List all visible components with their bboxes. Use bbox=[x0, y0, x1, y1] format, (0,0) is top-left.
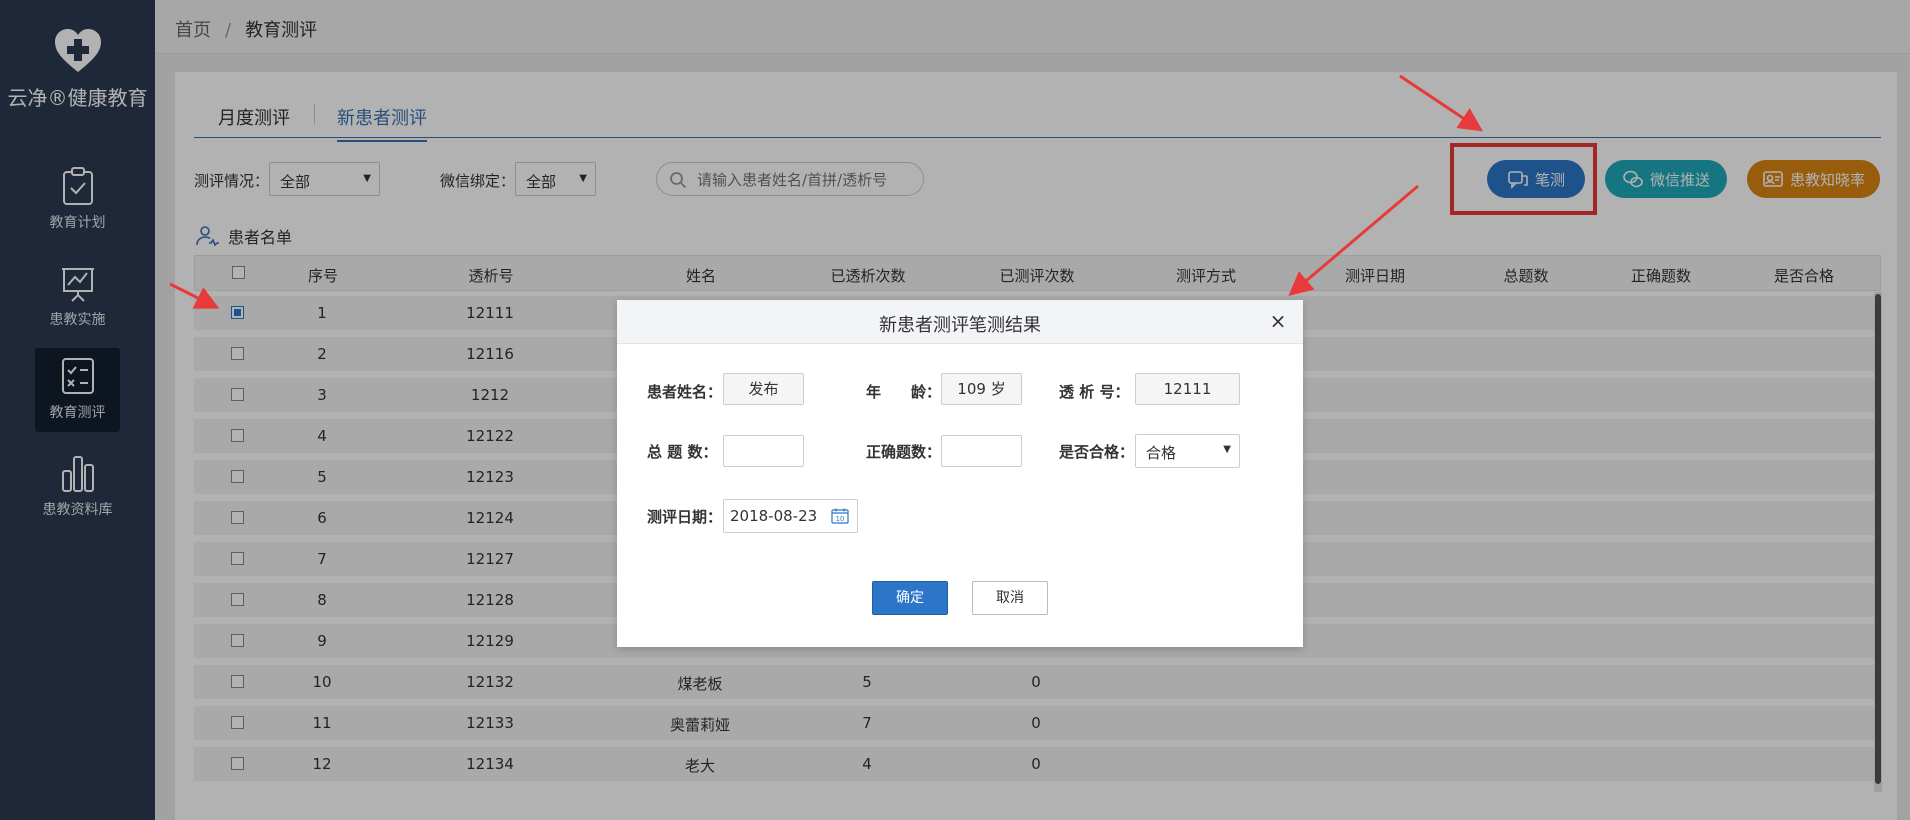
eval-date-label: 测评日期： bbox=[647, 508, 723, 526]
pass-select-value: 合格 bbox=[1146, 444, 1177, 462]
cancel-button[interactable]: 取消 bbox=[972, 581, 1048, 615]
pass-select[interactable]: 合格 ▼ bbox=[1135, 434, 1240, 468]
patient-name-label: 患者姓名： bbox=[647, 383, 723, 401]
patient-name-field: 发布 bbox=[723, 373, 804, 405]
dialysis-no-label: 透 析 号： bbox=[1059, 383, 1130, 401]
confirm-button[interactable]: 确定 bbox=[872, 581, 948, 615]
pass-label: 是否合格： bbox=[1059, 443, 1135, 461]
dialog-title: 新患者测评笔测结果 bbox=[879, 315, 1041, 336]
correct-count-label: 正确题数： bbox=[866, 443, 942, 461]
eval-date-input[interactable]: 2018-08-23 10 bbox=[723, 499, 858, 533]
dialog-header: 新患者测评笔测结果 × bbox=[617, 300, 1303, 344]
total-questions-label: 总 题 数： bbox=[647, 443, 718, 461]
caret-down-icon: ▼ bbox=[1223, 444, 1231, 455]
calendar-icon[interactable]: 10 bbox=[831, 508, 849, 524]
close-icon[interactable]: × bbox=[1267, 310, 1289, 332]
age-label: 年 龄： bbox=[866, 383, 942, 401]
total-questions-input[interactable] bbox=[723, 435, 804, 467]
correct-count-input[interactable] bbox=[941, 435, 1022, 467]
dialysis-no-field: 12111 bbox=[1135, 373, 1240, 405]
calendar-day: 10 bbox=[836, 515, 845, 523]
age-field: 109 岁 bbox=[941, 373, 1022, 405]
written-result-dialog: 新患者测评笔测结果 × 患者姓名： 发布 年 龄： 109 岁 透 析 号： 1… bbox=[617, 300, 1303, 647]
eval-date-value: 2018-08-23 bbox=[730, 507, 818, 525]
